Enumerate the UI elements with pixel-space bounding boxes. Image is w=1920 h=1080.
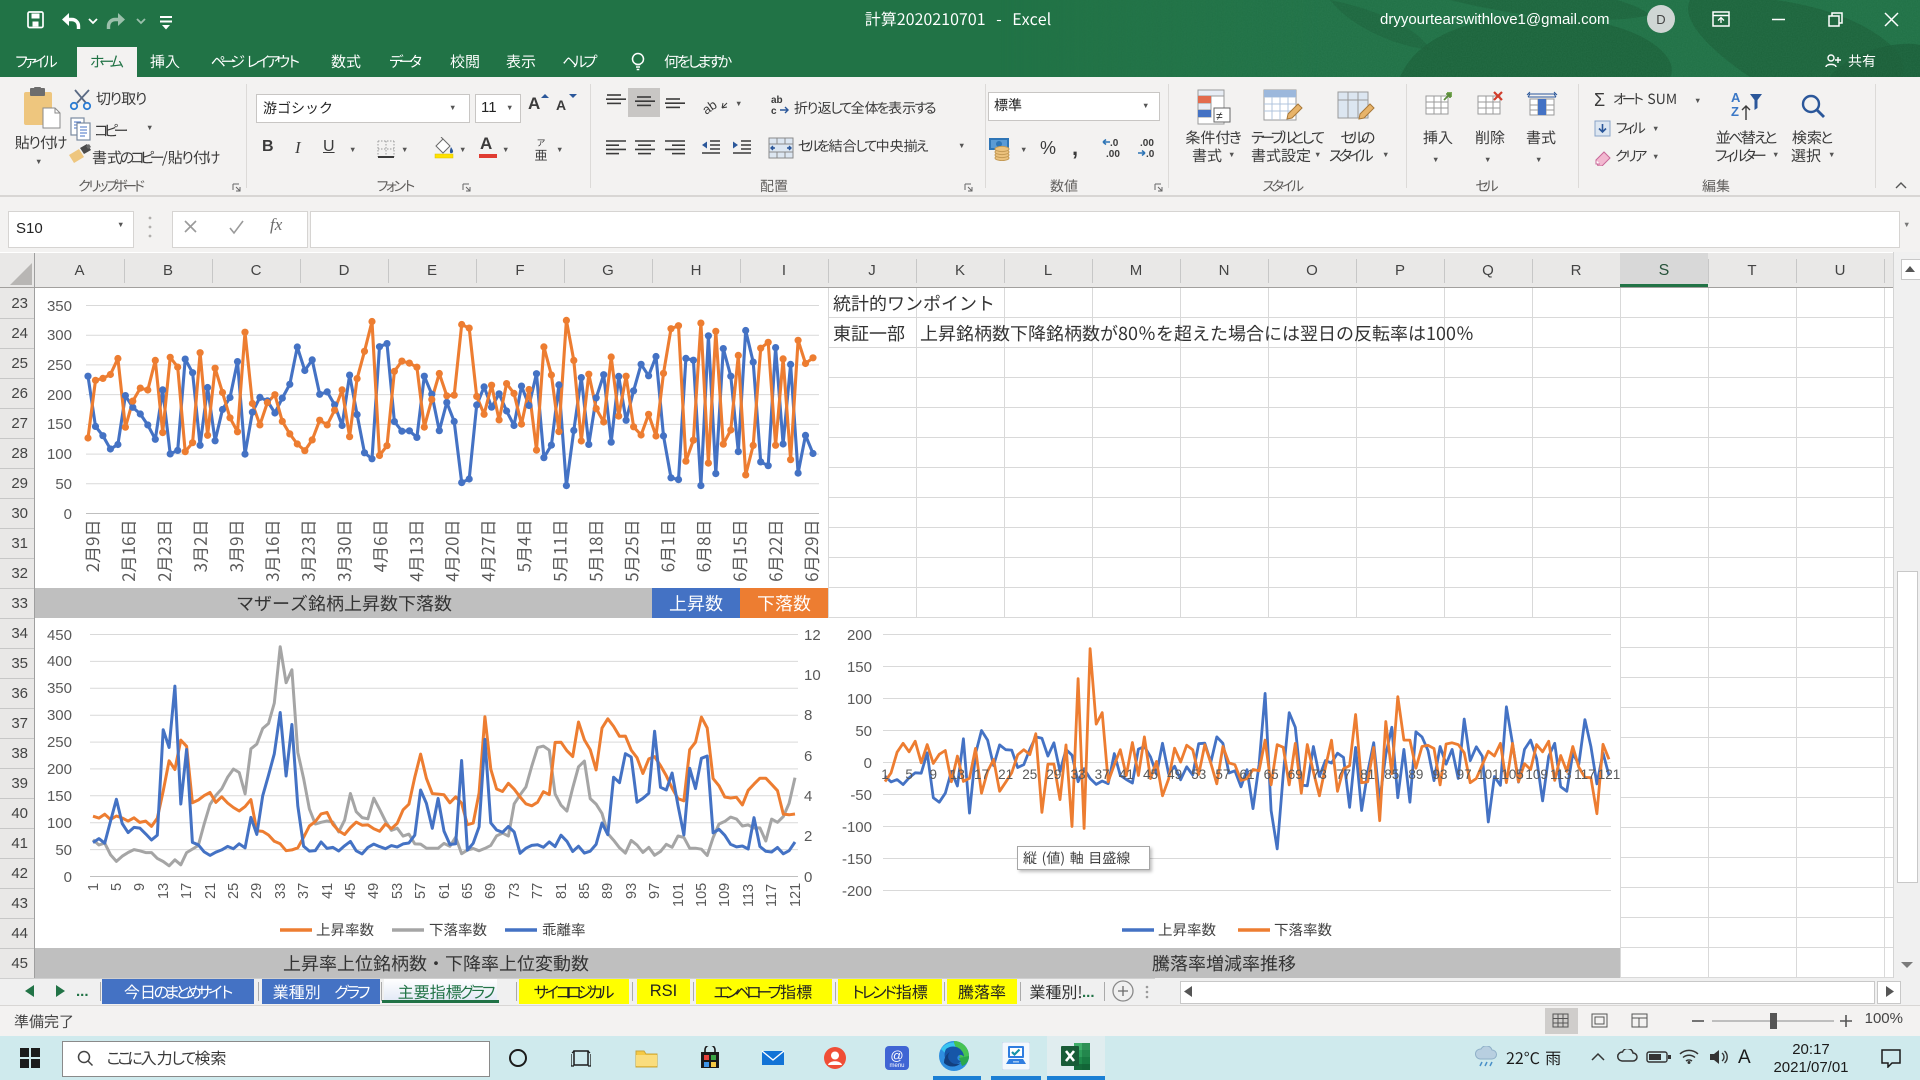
svg-text:.0: .0 (1110, 138, 1119, 149)
svg-text:.00: .00 (1140, 138, 1154, 149)
svg-text:Z: Z (1731, 104, 1739, 119)
svg-text:D: D (1656, 12, 1665, 27)
svg-text:.00: .00 (1106, 149, 1120, 159)
svg-text:ab: ab (700, 97, 720, 116)
svg-text:@: @ (890, 1048, 903, 1063)
svg-text:ab: ab (771, 95, 783, 106)
svg-text:c: c (771, 106, 777, 116)
svg-text:menu: menu (889, 1063, 904, 1069)
svg-text:A: A (1731, 90, 1741, 105)
svg-text:≠: ≠ (1216, 109, 1223, 123)
svg-text:.0: .0 (1146, 149, 1155, 159)
